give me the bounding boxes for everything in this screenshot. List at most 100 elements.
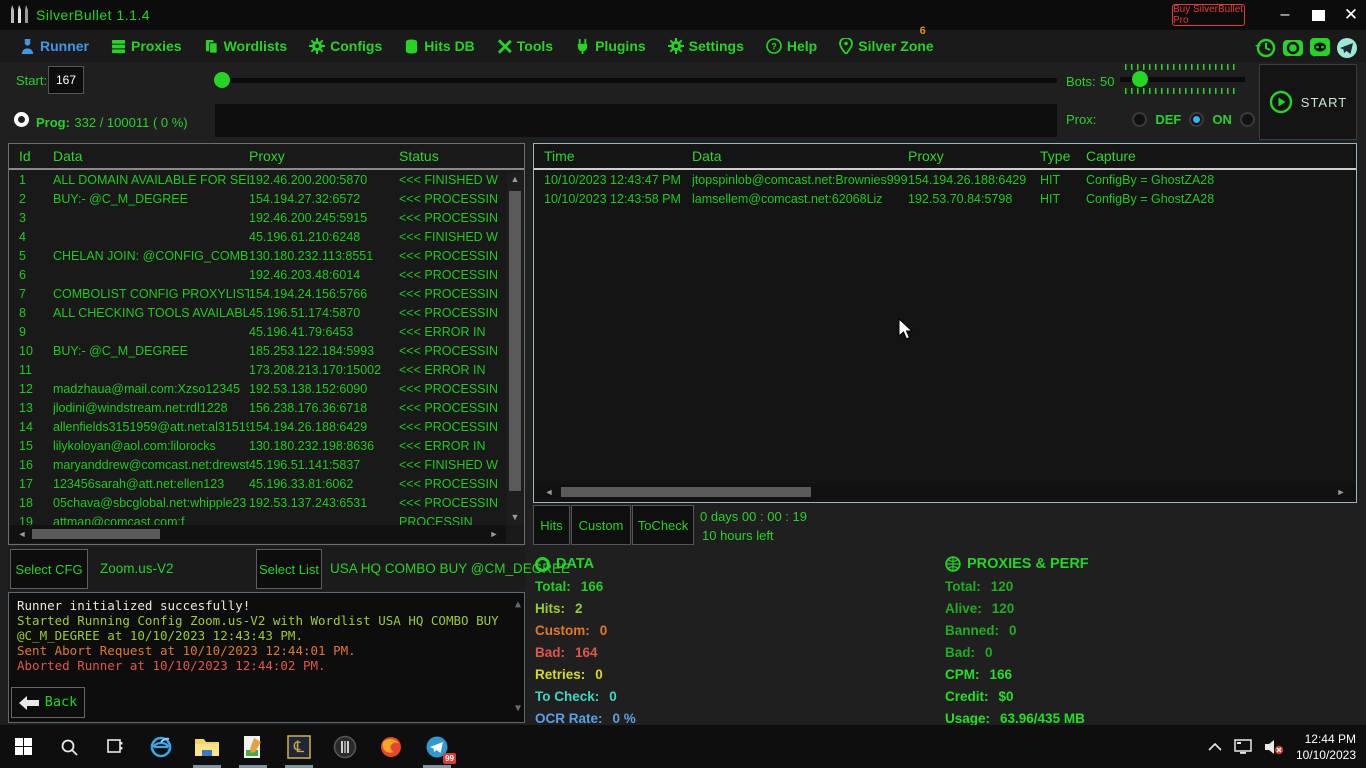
scroll-right-icon[interactable]: ► — [486, 529, 502, 539]
table-row[interactable]: 18 05chava@sbcglobal.net:whipple23 192.5… — [9, 493, 509, 512]
bots-slider[interactable] — [1120, 71, 1245, 87]
scrollbar-thumb[interactable] — [561, 487, 811, 497]
start-input[interactable]: 167 — [48, 66, 84, 94]
buy-pro-button[interactable]: Buy SilverBullet Pro — [1172, 4, 1245, 26]
hits-horizontal-scrollbar[interactable]: ◄ ► — [535, 483, 1355, 501]
discord-icon[interactable] — [1309, 37, 1331, 59]
scroll-down-icon[interactable]: ▼ — [507, 512, 523, 522]
silverbullet-circle-icon — [333, 735, 357, 758]
table-row[interactable]: 5 CHELAN JOIN: @CONFIG_COMBOL 130.180.23… — [9, 246, 509, 265]
gear-icon — [309, 38, 326, 54]
taskbar: ℄ 99 — [0, 725, 1366, 768]
tray-chevron-up-icon[interactable] — [1208, 742, 1222, 751]
start-slider[interactable] — [214, 72, 1057, 88]
table-row[interactable]: 6 192.46.203.48:6014 <<< PROCESSIN — [9, 265, 509, 284]
table-row[interactable]: 10 BUY:- @C_M_DEGREE 185.253.122.184:599… — [9, 341, 509, 360]
table-row[interactable]: 14 allenfields3151959@att.net:al31519 15… — [9, 417, 509, 436]
table-row[interactable]: 1 ALL DOMAIN AVAILABLE FOR SELL 192.46.2… — [9, 170, 509, 189]
taskbar-search-button[interactable] — [46, 725, 92, 768]
stat-line: Usage: 63.96/435 MB — [945, 711, 1085, 726]
elapsed-timer: 0 days 00 : 00 : 19 — [700, 509, 807, 524]
prox-radio-off[interactable] — [1239, 112, 1255, 127]
prox-radio-def[interactable] — [1132, 112, 1148, 127]
scroll-right-icon[interactable]: ► — [1333, 487, 1349, 497]
menu-hitsdb[interactable]: Hits DB — [404, 38, 475, 54]
menu-proxies[interactable]: Proxies — [111, 38, 182, 54]
scroll-up-icon[interactable]: ▲ — [507, 174, 523, 184]
silverbullet-window: SilverBullet 1.1.4 Buy SilverBullet Pro … — [0, 0, 1366, 768]
server-stack-icon — [111, 39, 126, 53]
table-row[interactable]: 11 173.208.213.170:15002 <<< ERROR IN — [9, 360, 509, 379]
menu-tools[interactable]: Tools — [497, 38, 553, 54]
table-row[interactable]: 3 192.46.200.245:5915 <<< PROCESSIN — [9, 208, 509, 227]
maximize-button[interactable] — [1303, 0, 1333, 30]
menu-wordlists[interactable]: Wordlists — [204, 38, 287, 54]
taskbar-config-editor[interactable]: ℄ — [276, 725, 322, 768]
prox-radio-on[interactable] — [1189, 112, 1205, 127]
stat-line: Credit: $0 — [945, 689, 1014, 704]
table-row[interactable]: 4 45.196.61.210:6248 <<< FINISHED W — [9, 227, 509, 246]
bots-slider-knob[interactable] — [1132, 71, 1148, 87]
menu-help[interactable]: ? Help — [766, 38, 817, 54]
progress-text: Prog: 332 / 100011 ( 0 %) — [36, 115, 188, 130]
bots-ticks-top — [1125, 64, 1238, 70]
telegram-icon[interactable] — [1336, 37, 1358, 59]
table-row[interactable]: 16 maryanddrew@comcast.net:drewstе 45.19… — [9, 455, 509, 474]
scrollbar-thumb[interactable] — [32, 529, 160, 539]
table-row[interactable]: 12 madzhaua@mail.com:Xzso12345 192.53.13… — [9, 379, 509, 398]
menu-plugins[interactable]: Plugins — [575, 38, 646, 54]
start-run-button[interactable]: START — [1259, 64, 1357, 140]
select-list-button[interactable]: Select List — [256, 549, 322, 589]
menu-configs[interactable]: Configs — [309, 38, 382, 54]
tab-tocheck[interactable]: ToCheck — [632, 505, 694, 545]
table-row[interactable]: 15 lilykoloyan@aol.com:lilorocks 130.180… — [9, 436, 509, 455]
stat-line: Bad: 0 — [945, 645, 993, 660]
log-lines: Runner initialized succesfully! Started R… — [17, 598, 508, 673]
menubar: Runner Proxies Wordlists Configs Hits DB… — [0, 25, 1366, 62]
start-menu-button[interactable] — [0, 725, 46, 768]
menu-runner[interactable]: Runner — [20, 38, 89, 54]
menu-settings[interactable]: Settings — [667, 38, 744, 54]
task-view-button[interactable] — [92, 725, 138, 768]
results-horizontal-scrollbar[interactable]: ◄ ► — [10, 525, 506, 543]
scroll-left-icon[interactable]: ◄ — [14, 529, 30, 539]
taskbar-internet-explorer[interactable] — [138, 725, 184, 768]
select-cfg-button[interactable]: Select CFG — [10, 549, 88, 589]
selector-row: Select CFG Zoom.us-V2 Select List USA HQ… — [8, 547, 570, 591]
silver-zone-badge: 6 — [919, 25, 926, 37]
table-row[interactable]: 7 COMBOLIST CONFIG PROXYLIST TO 154.194.… — [9, 284, 509, 303]
selected-wordlist-value: USA HQ COMBO BUY @CM_DEGREE — [330, 561, 571, 576]
table-row[interactable]: 10/10/2023 12:43:58 PM lamsellem@comcast… — [534, 189, 1356, 208]
volume-muted-icon[interactable] — [1264, 739, 1284, 755]
table-row[interactable]: 9 45.196.41.79:6453 <<< ERROR IN — [9, 322, 509, 341]
log-scroll-down-icon[interactable]: ▼ — [515, 701, 521, 716]
taskbar-silverbullet[interactable] — [322, 725, 368, 768]
taskbar-firefox[interactable] — [368, 725, 414, 768]
results-vertical-scrollbar[interactable]: ▲ ▼ — [507, 171, 523, 525]
table-row[interactable]: 8 ALL CHECKING TOOLS AVAILABLE F 45.196.… — [9, 303, 509, 322]
tab-custom[interactable]: Custom — [571, 505, 631, 545]
taskbar-telegram[interactable]: 99 — [414, 725, 460, 768]
close-button[interactable]: ✕ — [1336, 0, 1366, 30]
start-slider-knob[interactable] — [214, 72, 230, 88]
tray-clock[interactable]: 12:44 PM 10/10/2023 — [1296, 731, 1356, 763]
scroll-left-icon[interactable]: ◄ — [541, 487, 557, 497]
tab-hits[interactable]: Hits — [533, 505, 570, 545]
table-row[interactable]: 10/10/2023 12:43:47 PM jtopspinlob@comca… — [534, 170, 1356, 189]
menubar-right-icons — [1255, 32, 1358, 64]
time-left-label: 10 hours left — [702, 528, 774, 543]
table-row[interactable]: 13 jlodini@windstream.net:rdl1228 156.23… — [9, 398, 509, 417]
history-icon[interactable] — [1255, 37, 1277, 59]
table-row[interactable]: 17 123456sarah@att.net:ellen123 45.196.3… — [9, 474, 509, 493]
log-scroll-up-icon[interactable]: ▲ — [515, 597, 521, 612]
menu-silver-zone[interactable]: 6 Silver Zone — [839, 25, 934, 54]
taskbar-file-explorer[interactable] — [184, 725, 230, 768]
camera-icon[interactable] — [1282, 37, 1304, 59]
network-display-icon[interactable] — [1234, 738, 1252, 755]
document-pencil-icon — [244, 735, 261, 758]
back-button[interactable]: Back — [11, 687, 85, 718]
minimize-button[interactable]: – — [1270, 0, 1300, 30]
table-row[interactable]: 2 BUY:- @C_M_DEGREE 154.194.27.32:6572 <… — [9, 189, 509, 208]
scrollbar-thumb[interactable] — [509, 191, 521, 491]
taskbar-wordpad[interactable] — [230, 725, 276, 768]
